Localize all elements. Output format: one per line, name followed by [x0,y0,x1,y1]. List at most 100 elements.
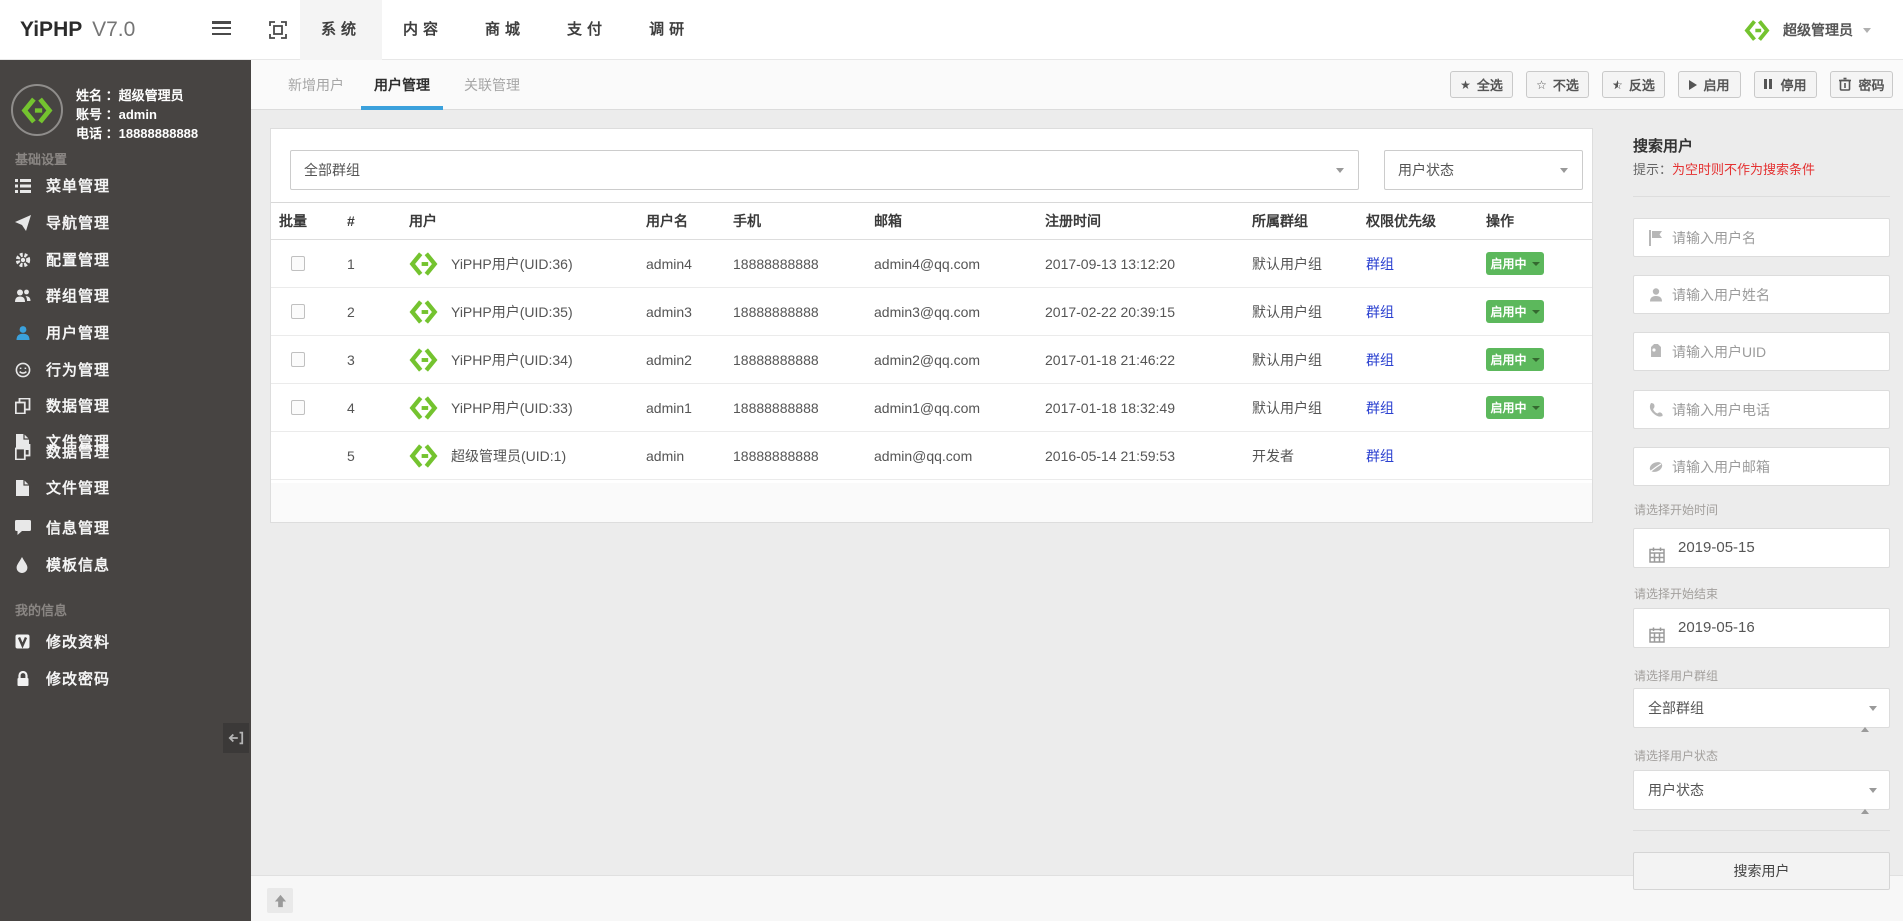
calendar-icon [1649,540,1665,563]
chevron-down-icon [1531,405,1540,410]
top-bar: YiPHP V7.0 系统 内容 商城 支付 调研 超级管理员 [0,0,1903,60]
chevron-down-icon [1863,27,1871,33]
row-checkbox[interactable] [291,256,305,271]
back-to-top-button[interactable] [267,888,293,913]
sidebar-item-group-mgmt[interactable]: 群组管理 [0,277,251,314]
start-date-input[interactable]: 2019-05-15 [1633,528,1890,568]
status-enabled-button[interactable]: 启用中 [1486,348,1544,371]
tag-icon [1646,342,1666,362]
calendar-icon [1649,620,1665,643]
row-checkbox[interactable] [291,352,305,367]
bulk-action-bar: ★ 全选 ☆ 不选 ☆ ★ 反选 启用 停用 密码 [1437,71,1893,98]
list-icon [15,178,35,194]
app-logo: YiPHP V7.0 [20,0,135,60]
group-select-label: 请选择用户群组 [1634,669,1719,683]
invert-selection-button[interactable]: ☆ ★ 反选 [1602,71,1665,98]
status-enabled-button[interactable]: 启用中 [1486,252,1544,275]
group-filter-select[interactable]: 全部群组 [290,150,1359,190]
uid-search-input[interactable] [1672,333,1882,370]
user-display-name: YiPHP用户(UID:35) [451,303,573,320]
sidebar-item-change-password[interactable]: 修改密码 [0,660,251,697]
select-spinner-icon [1861,782,1877,820]
reset-password-button[interactable]: 密码 [1830,71,1893,98]
tab-add-user[interactable]: 新增用户 [288,60,344,110]
nav-item-mall[interactable]: 商城 [464,0,546,60]
users-table: 批量 # 用户 用户名 手机 邮箱 注册时间 所属群组 权限优先级 操作 1 Y… [271,202,1592,480]
top-nav: 系统 内容 商城 支付 调研 [300,0,710,60]
sidebar-item-behavior-mgmt[interactable]: 行为管理 [0,351,251,388]
yiphp-logo-icon [409,394,438,422]
email-search-input[interactable] [1672,448,1882,485]
col-user: 用户 [401,202,638,240]
hamburger-menu-icon[interactable] [212,21,231,37]
status-search-select[interactable]: 用户状态 [1633,770,1890,814]
nav-item-survey[interactable]: 调研 [628,0,710,60]
table-row: 3 YiPHP用户(UID:34) admin2 18888888888 adm… [271,335,1592,384]
select-all-button[interactable]: ★ 全选 [1450,71,1513,98]
search-hint-warning: 为空时则不作为搜索条件 [1672,162,1816,177]
sidebar-item-file-mgmt[interactable]: 文件管理 [0,469,251,506]
select-none-button[interactable]: ☆ 不选 [1526,71,1589,98]
realname-search-field [1633,275,1890,314]
status-enabled-button[interactable]: 启用中 [1486,396,1544,419]
col-index: # [339,202,401,240]
sidebar-item-edit-profile[interactable]: 修改资料 [0,623,251,660]
status-enabled-button[interactable]: 启用中 [1486,300,1544,323]
search-users-button[interactable]: 搜索用户 [1633,852,1890,890]
yiphp-logo-icon [1745,18,1769,42]
nav-item-system[interactable]: 系统 [300,0,383,60]
col-bulk: 批量 [271,202,339,240]
play-icon [1689,79,1698,90]
sidebar-item-user-mgmt[interactable]: 用户管理 [0,314,251,351]
group-priority-link[interactable]: 群组 [1366,400,1394,416]
sidebar-item-data-mgmt[interactable]: 数据管理 [0,387,251,424]
trash-icon [1838,77,1853,93]
yiphp-logo-icon [409,346,438,374]
star-filled-icon: ★ [1460,77,1471,92]
col-email: 邮箱 [866,202,1037,240]
table-footer-strip [271,483,1592,522]
status-select-label: 请选择用户状态 [1634,749,1719,763]
sidebar-item-template-info[interactable]: 模板信息 [0,546,251,583]
table-row: 1 YiPHP用户(UID:36) admin4 18888888888 adm… [271,239,1592,288]
status-filter-select[interactable]: 用户状态 [1384,150,1583,190]
sidebar-item-data-mgmt-glitch[interactable]: 数据管理 [0,433,251,470]
yiphp-logo-icon [409,298,438,326]
row-checkbox[interactable] [291,304,305,319]
phone-search-field [1633,390,1890,429]
sidebar-item-config-mgmt[interactable]: 配置管理 [0,241,251,278]
sidebar-item-menu-mgmt[interactable]: 菜单管理 [0,167,251,204]
yiphp-logo-icon [21,95,53,126]
sidebar-item-message-mgmt[interactable]: 信息管理 [0,509,251,546]
col-phone: 手机 [725,202,866,240]
table-row: 2 YiPHP用户(UID:35) admin3 18888888888 adm… [271,287,1592,336]
avatar [11,84,63,136]
tab-user-mgmt[interactable]: 用户管理 [361,60,443,110]
sidebar-item-nav-mgmt[interactable]: 导航管理 [0,204,251,241]
search-hint: 提示：为空时则不作为搜索条件 [1633,162,1816,177]
chevron-down-icon [1531,261,1540,266]
tab-relation-mgmt[interactable]: 关联管理 [464,60,520,110]
user-menu[interactable]: 超级管理员 [1744,0,1871,60]
group-priority-link[interactable]: 群组 [1366,352,1394,368]
col-username: 用户名 [638,202,725,240]
fullscreen-icon[interactable] [269,21,287,39]
logo-version: V7.0 [92,18,136,41]
enable-button[interactable]: 启用 [1678,71,1741,98]
realname-search-input[interactable] [1672,276,1882,313]
group-priority-link[interactable]: 群组 [1366,304,1394,320]
username-search-input[interactable] [1672,219,1882,256]
nav-item-content[interactable]: 内容 [382,0,464,60]
group-search-select[interactable]: 全部群组 [1633,688,1890,732]
row-checkbox[interactable] [291,400,305,415]
end-date-input[interactable]: 2019-05-16 [1633,608,1890,648]
nav-item-pay[interactable]: 支付 [546,0,628,60]
disable-button[interactable]: 停用 [1754,71,1817,98]
phone-search-input[interactable] [1672,391,1882,428]
group-priority-link[interactable]: 群组 [1366,448,1394,464]
sidebar-collapse-button[interactable] [223,723,249,753]
group-priority-link[interactable]: 群组 [1366,256,1394,272]
star-outline-icon: ☆ [1536,77,1547,92]
user-display-name: YiPHP用户(UID:36) [451,255,573,272]
profile-name: 姓名 ：超级管理员 [76,88,184,103]
